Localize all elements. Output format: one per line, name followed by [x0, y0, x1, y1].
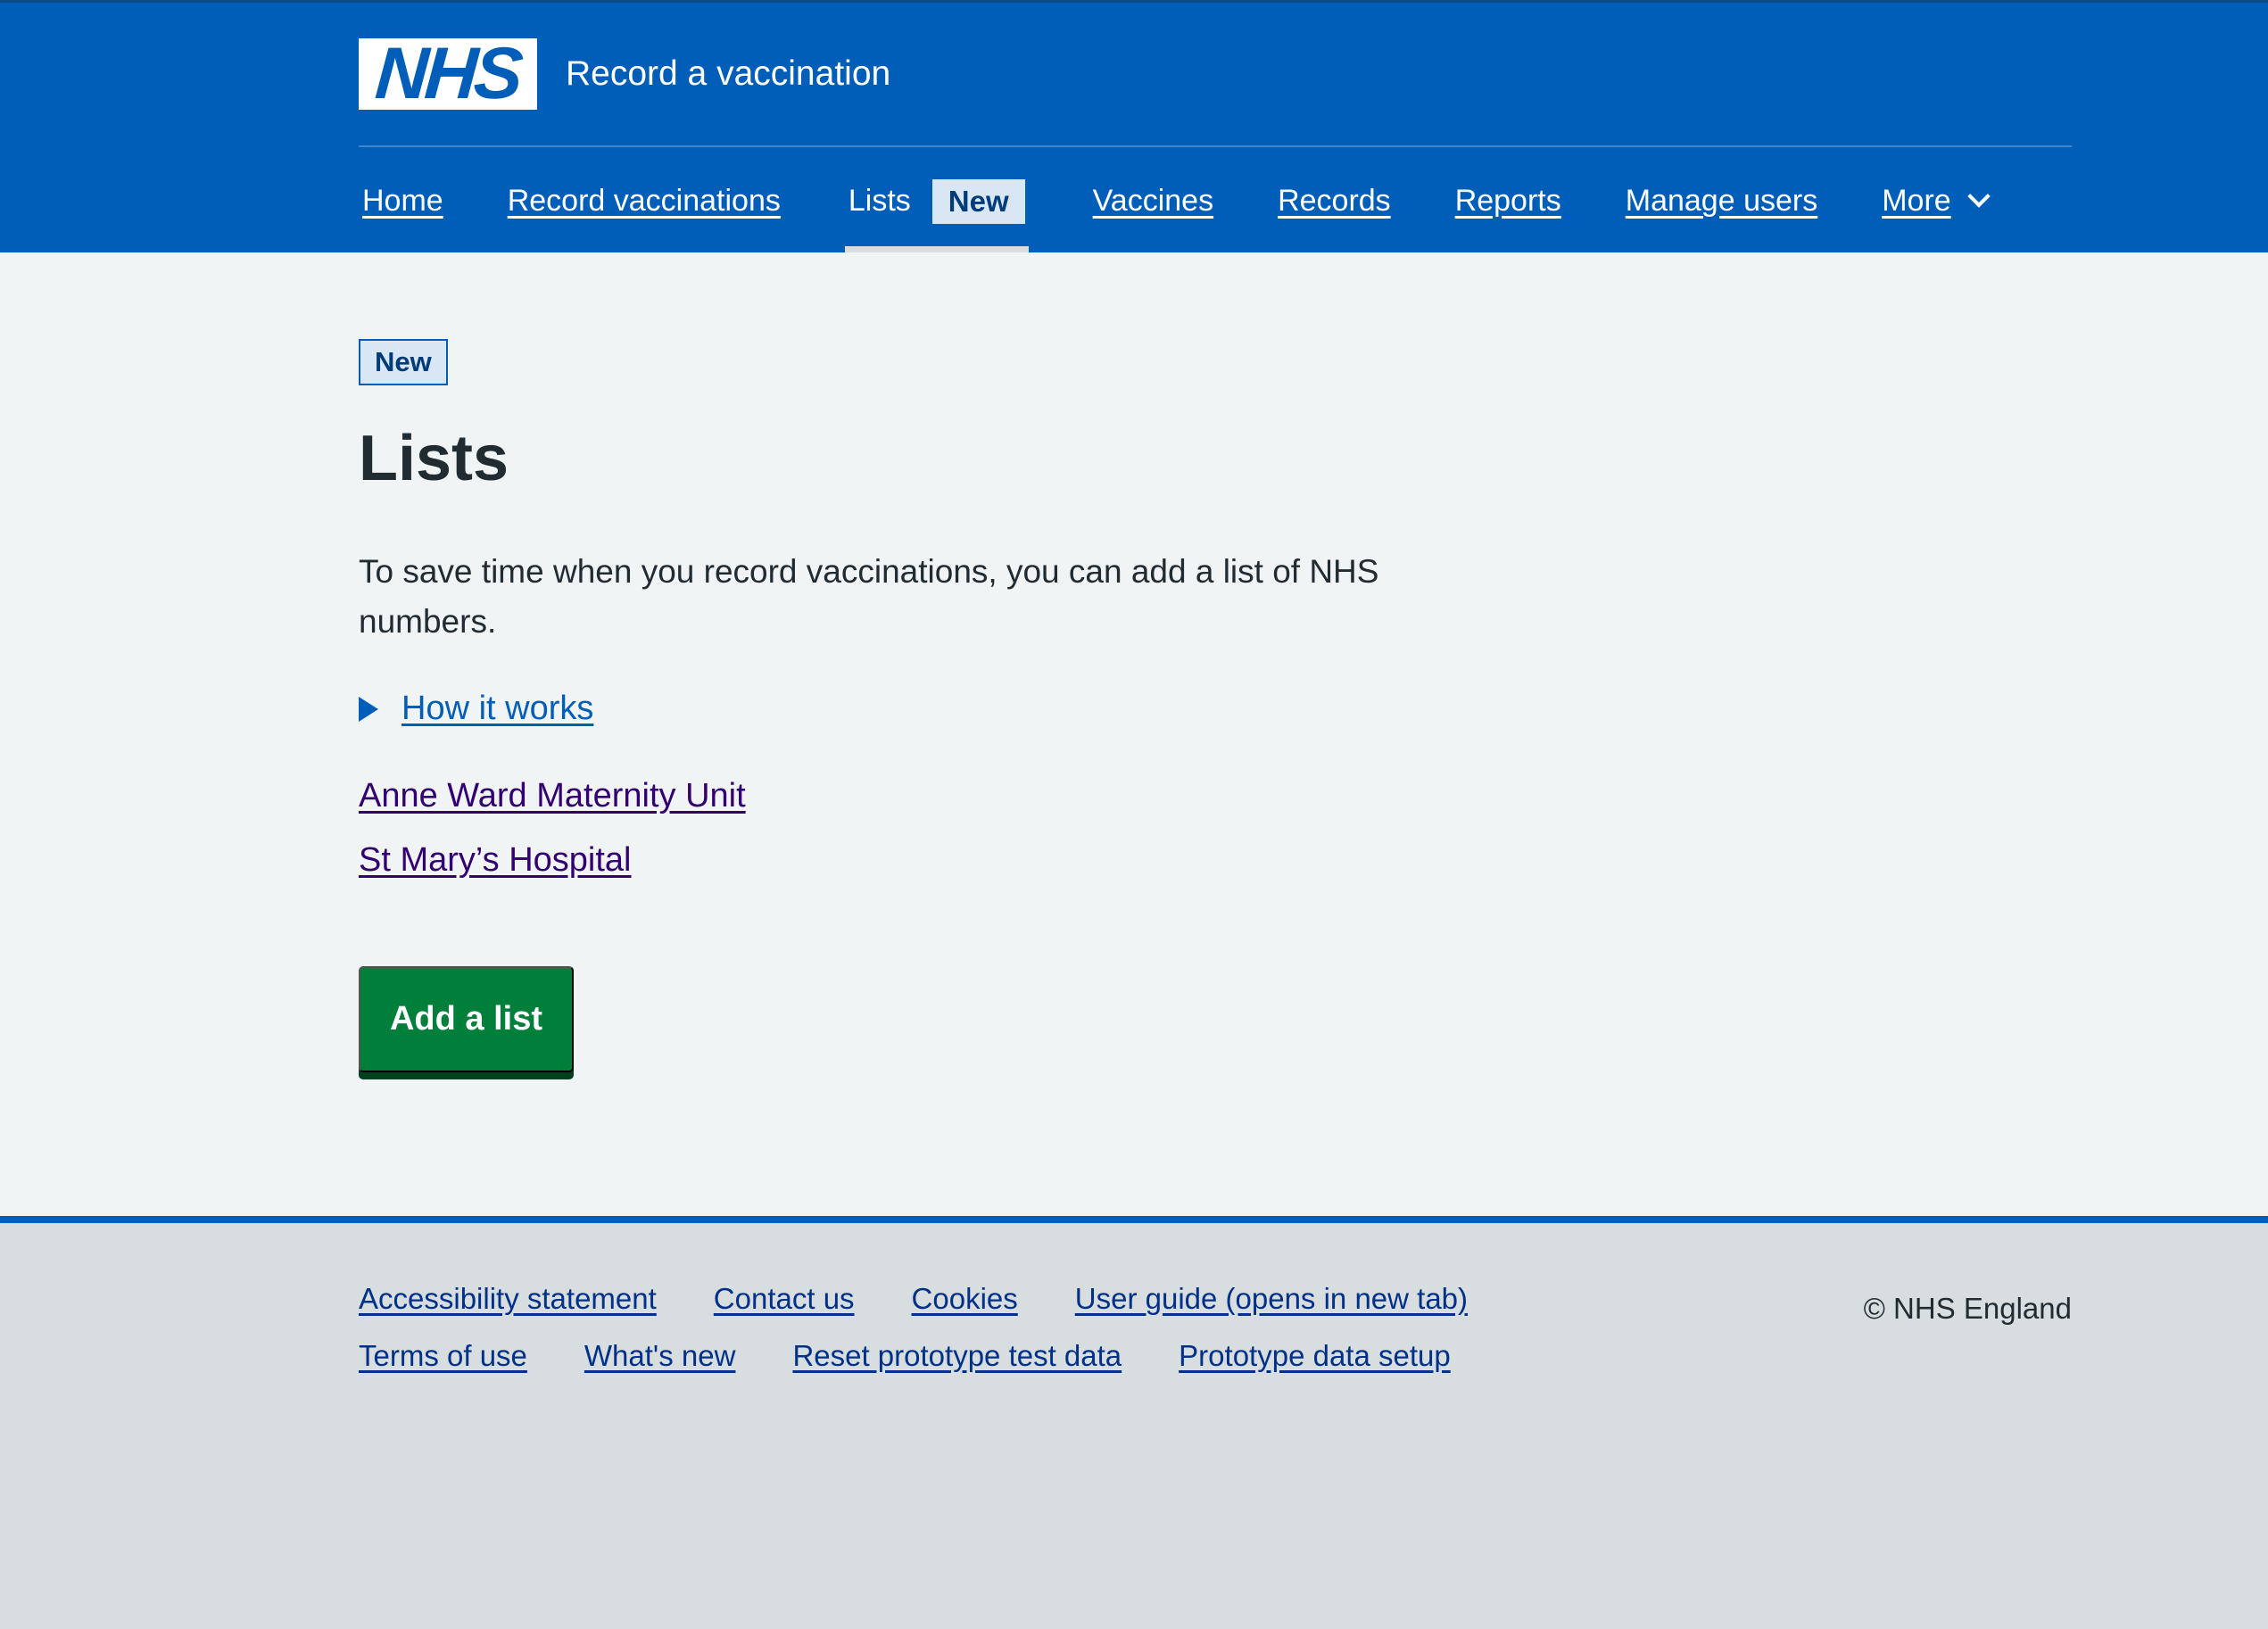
- nhs-logo[interactable]: NHS: [359, 33, 537, 114]
- nhs-logo-text: NHS: [373, 33, 523, 114]
- nav-item-reports[interactable]: Reports: [1455, 184, 1561, 219]
- add-list-button[interactable]: Add a list: [359, 966, 574, 1072]
- nav-item-record-vaccinations[interactable]: Record vaccinations: [508, 184, 781, 219]
- how-it-works-summary[interactable]: How it works: [401, 690, 593, 728]
- footer-link-reset-data[interactable]: Reset prototype test data: [792, 1339, 1122, 1373]
- footer-links-row-1: Accessibility statement Contact us Cooki…: [359, 1282, 1525, 1316]
- footer-link-accessibility[interactable]: Accessibility statement: [359, 1282, 657, 1316]
- primary-navigation: Home Record vaccinations Lists New Vacci…: [359, 147, 2072, 255]
- header-brand: NHS Record a vaccination: [359, 33, 2072, 114]
- how-it-works-details[interactable]: How it works: [359, 690, 593, 728]
- nav-item-more[interactable]: More: [1882, 184, 1991, 219]
- copyright-text: © NHS England: [1863, 1292, 2072, 1325]
- list-link-anne-ward[interactable]: Anne Ward Maternity Unit: [359, 777, 746, 815]
- new-tag: New: [359, 339, 448, 385]
- footer-links-row-2: Terms of use What's new Reset prototype …: [359, 1339, 1508, 1373]
- service-name-link[interactable]: Record a vaccination: [566, 54, 890, 94]
- main-content: New Lists To save time when you record v…: [0, 252, 2268, 1216]
- chevron-down-icon: [1966, 184, 1991, 208]
- footer-link-user-guide[interactable]: User guide (opens in new tab): [1075, 1282, 1468, 1316]
- nav-item-lists-label: Lists: [848, 184, 911, 218]
- nav-item-manage-users[interactable]: Manage users: [1626, 184, 1817, 219]
- nav-item-more-label: More: [1882, 184, 1951, 218]
- intro-text: To save time when you record vaccination…: [359, 553, 1379, 640]
- footer-link-terms[interactable]: Terms of use: [359, 1339, 527, 1373]
- expand-triangle-icon: [359, 696, 378, 722]
- page-title: Lists: [359, 423, 509, 494]
- footer-link-contact[interactable]: Contact us: [714, 1282, 855, 1316]
- site-footer: Accessibility statement Contact us Cooki…: [0, 1216, 2268, 1629]
- nav-item-home[interactable]: Home: [362, 184, 443, 219]
- footer-link-whats-new[interactable]: What's new: [584, 1339, 736, 1373]
- nav-item-vaccines[interactable]: Vaccines: [1093, 184, 1213, 219]
- nav-item-records[interactable]: Records: [1278, 184, 1391, 219]
- site-header: NHS Record a vaccination Home Record vac…: [0, 0, 2268, 255]
- list-link-st-marys[interactable]: St Mary’s Hospital: [359, 841, 632, 880]
- footer-link-cookies[interactable]: Cookies: [912, 1282, 1018, 1316]
- nav-item-lists[interactable]: Lists New: [844, 147, 1029, 255]
- nav-new-tag: New: [931, 178, 1025, 224]
- footer-link-data-setup[interactable]: Prototype data setup: [1179, 1339, 1451, 1373]
